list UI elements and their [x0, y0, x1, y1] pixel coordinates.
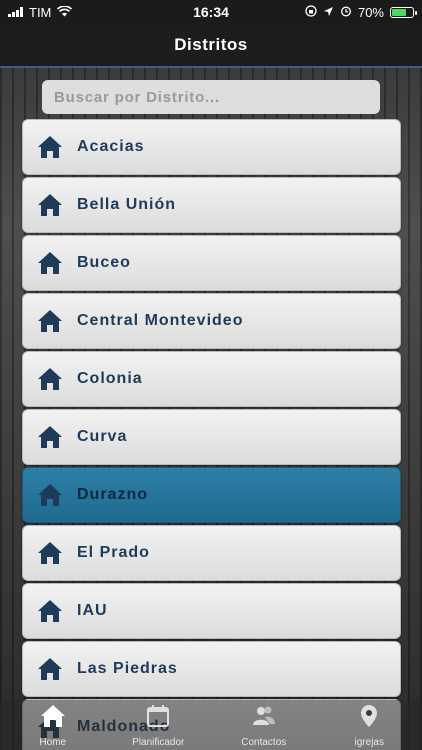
district-label: Acacias	[77, 138, 145, 155]
alarm-icon	[340, 5, 352, 20]
district-item[interactable]: Buceo	[22, 235, 401, 291]
tab-label: igrejas	[354, 737, 384, 748]
district-item[interactable]: Central Montevideo	[22, 293, 401, 349]
location-pin-icon	[356, 703, 382, 737]
tab-label: Home	[39, 737, 67, 748]
wifi-icon	[57, 4, 73, 20]
district-label: Buceo	[77, 254, 131, 271]
district-item[interactable]: Acacias	[22, 119, 401, 175]
orientation-lock-icon	[305, 4, 317, 20]
page-title: Distritos	[174, 35, 248, 54]
district-label: Las Piedras	[77, 660, 178, 677]
district-item[interactable]: Las Piedras	[22, 641, 401, 697]
district-list: Acacias Bella Unión Buceo Central Montevide…	[22, 119, 401, 750]
location-arrow-icon	[323, 5, 334, 20]
tab-bar: Home Planificador Contactos igrejas	[0, 700, 422, 750]
calendar-icon	[145, 703, 171, 737]
district-label: Durazno	[77, 486, 148, 503]
status-left: TIM	[8, 5, 148, 20]
navigation-bar: Distritos	[0, 24, 422, 68]
home-icon	[23, 366, 77, 392]
district-item[interactable]: Curva	[22, 409, 401, 465]
district-label: Colonia	[77, 370, 143, 387]
battery-icon	[390, 6, 417, 18]
district-item[interactable]: Durazno	[22, 467, 401, 523]
district-label: Bella Unión	[77, 196, 177, 213]
tab-label: Contactos	[241, 737, 287, 748]
signal-icon	[8, 7, 23, 17]
contacts-icon	[251, 703, 277, 737]
tab-planificador[interactable]: Planificador	[106, 700, 212, 750]
carrier-label: TIM	[29, 4, 52, 20]
tab-label: Planificador	[132, 737, 185, 748]
district-item[interactable]: El Prado	[22, 525, 401, 581]
search-input[interactable]	[42, 80, 380, 114]
home-icon	[23, 192, 77, 218]
status-time: 16:34	[193, 4, 229, 20]
district-item[interactable]: Bella Unión	[22, 177, 401, 233]
home-icon	[23, 656, 77, 682]
district-label: IAU	[77, 602, 108, 619]
battery-percent: 70%	[357, 4, 384, 20]
home-icon	[23, 424, 77, 450]
tab-igrejas[interactable]: igrejas	[317, 700, 422, 750]
home-icon	[23, 134, 77, 160]
district-label: El Prado	[77, 544, 150, 561]
tab-contactos[interactable]: Contactos	[211, 700, 317, 750]
home-icon	[23, 482, 77, 508]
tab-home[interactable]: Home	[0, 700, 106, 750]
district-label: Curva	[77, 428, 128, 445]
home-icon	[23, 540, 77, 566]
status-bar: TIM 16:34 70%	[0, 0, 422, 24]
district-item[interactable]: IAU	[22, 583, 401, 639]
district-item[interactable]: Colonia	[22, 351, 401, 407]
district-label: Central Montevideo	[77, 312, 244, 329]
status-right: 70%	[274, 4, 417, 20]
home-icon	[40, 703, 66, 737]
home-icon	[23, 598, 77, 624]
home-icon	[23, 308, 77, 334]
home-icon	[23, 250, 77, 276]
